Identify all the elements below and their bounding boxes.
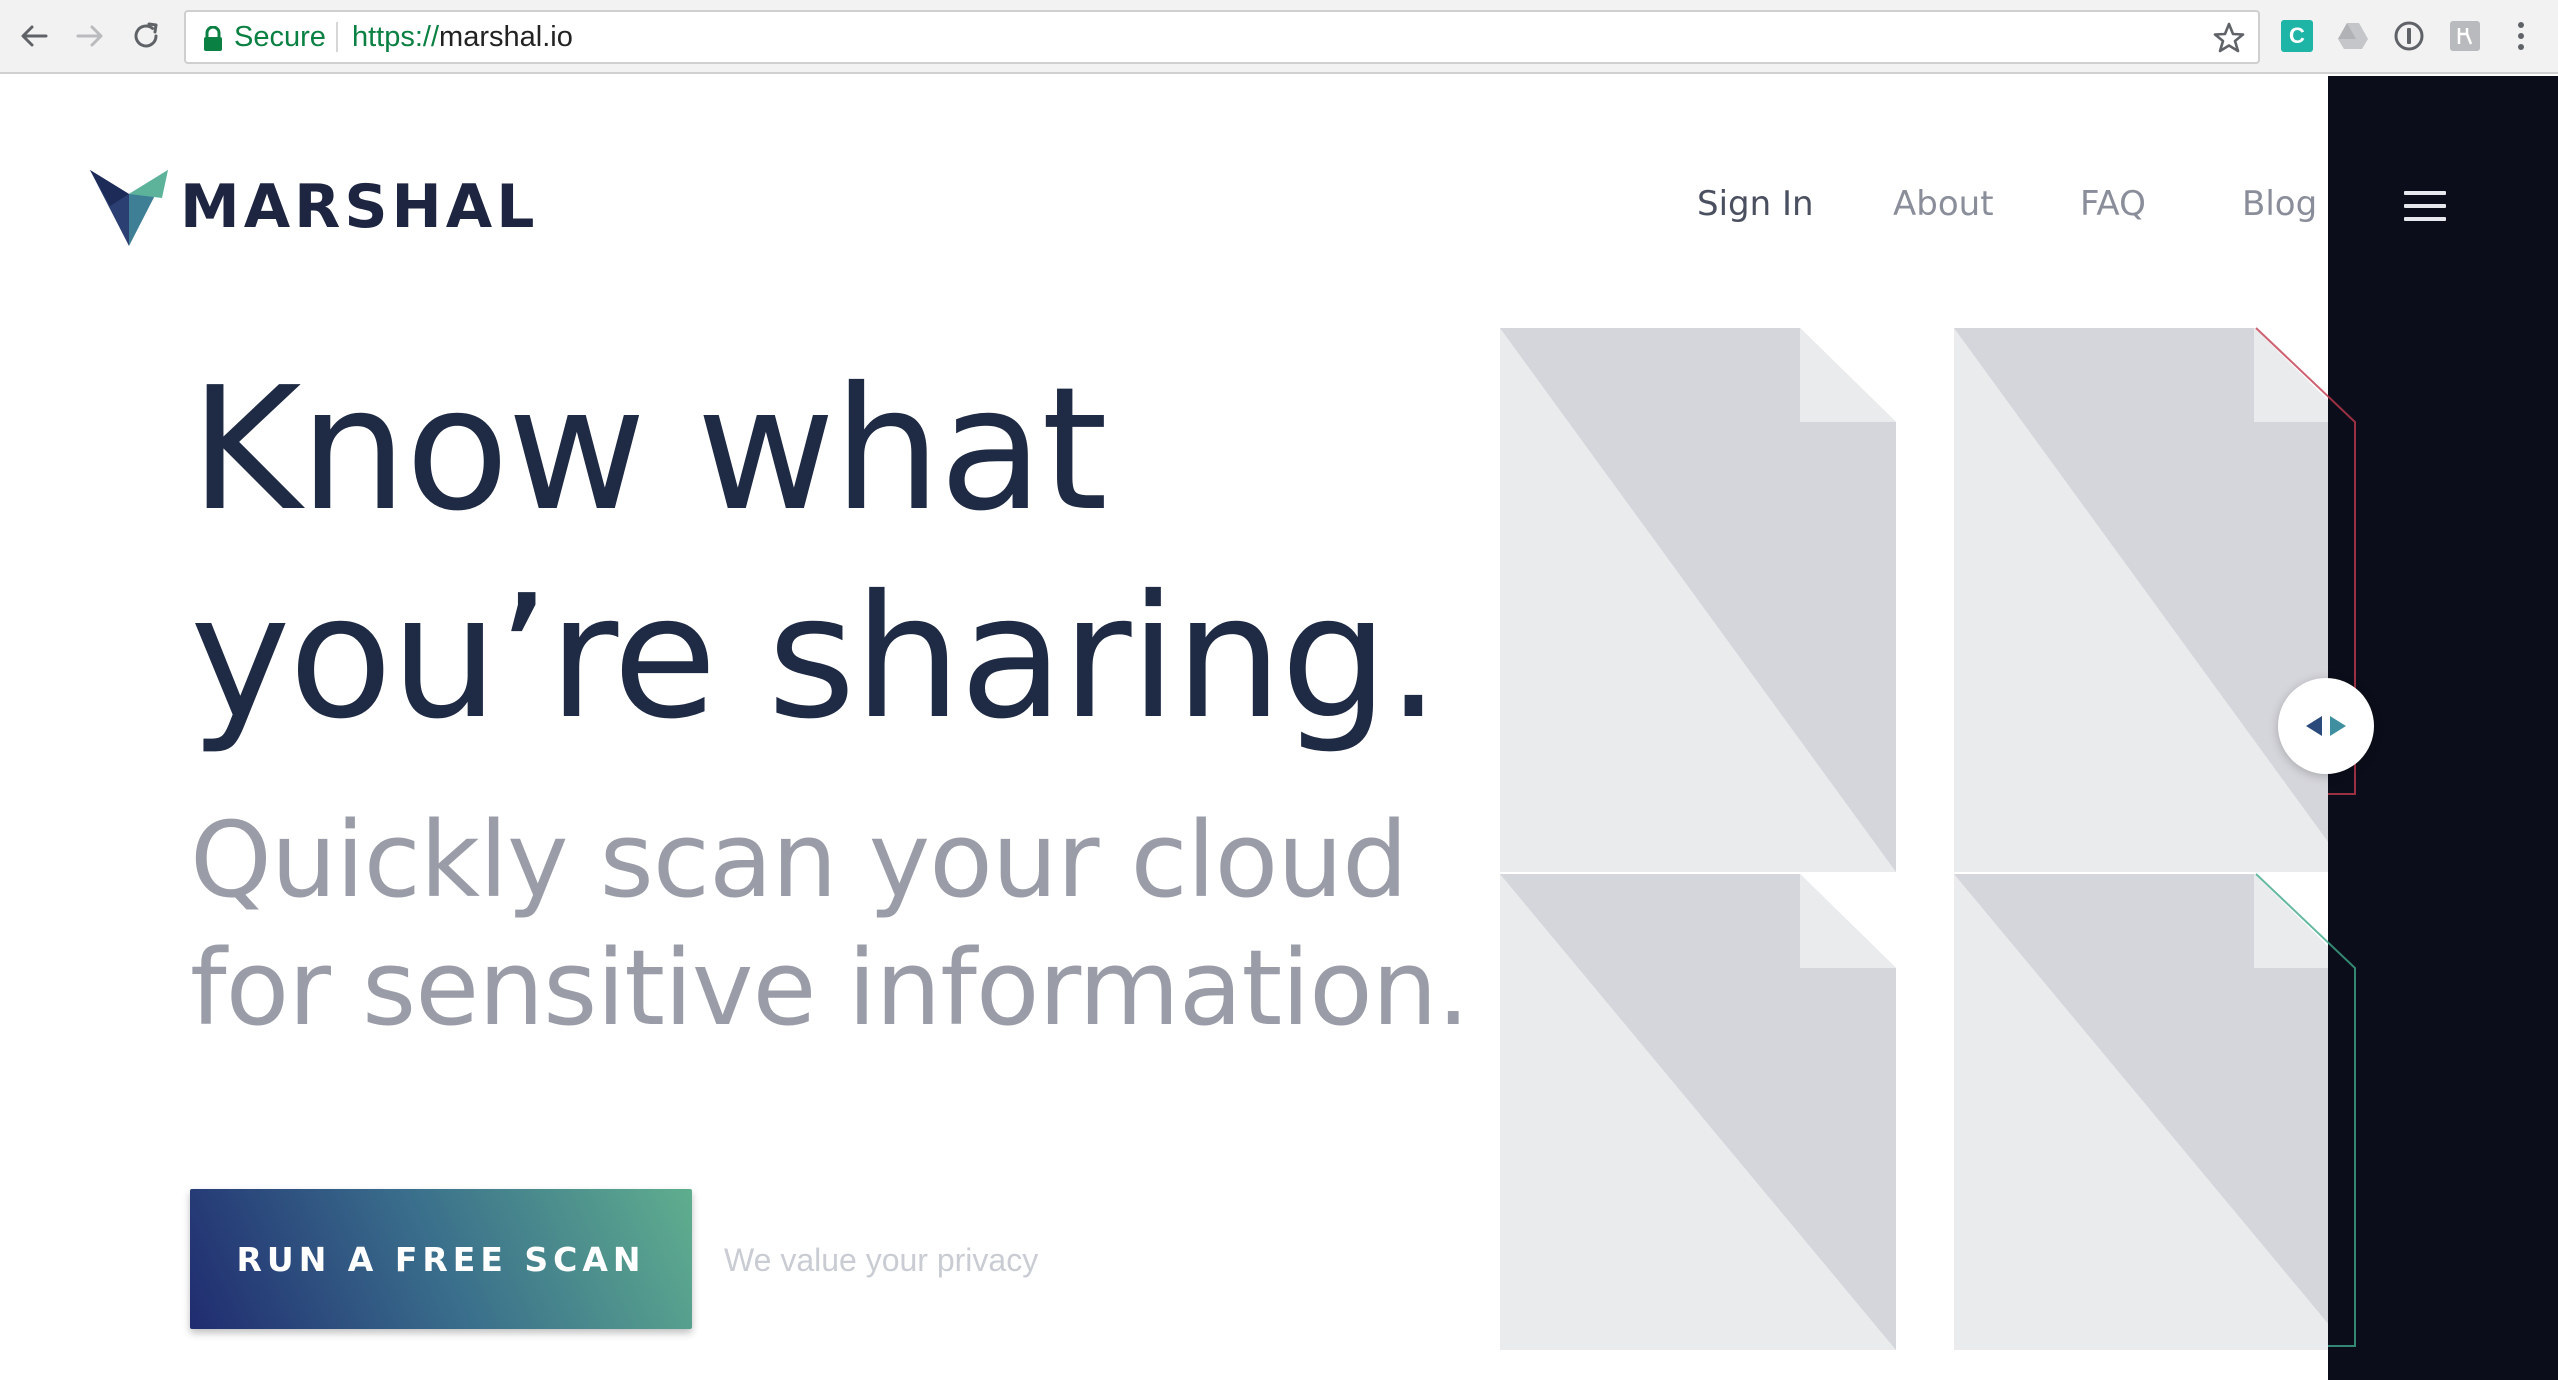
hero-subheadline: Quickly scan your cloud for sensitive in… [190, 796, 1470, 1052]
hamburger-icon[interactable] [2404, 191, 2446, 221]
drive-extension-icon[interactable] [2336, 19, 2370, 53]
browser-menu-button[interactable] [2504, 19, 2538, 53]
star-icon[interactable] [2212, 21, 2246, 55]
reload-button[interactable] [126, 16, 166, 56]
headline-line-2: you’re sharing. [190, 559, 1440, 757]
privacy-link[interactable]: We value your privacy [724, 1242, 1038, 1279]
compare-slider-handle[interactable] [2278, 678, 2374, 774]
nav-faq[interactable]: FAQ [2080, 184, 2146, 224]
document-icon [1500, 874, 1896, 1350]
left-right-arrows-icon [2306, 716, 2346, 736]
document-icon [1500, 328, 1896, 872]
web-page: MARSHAL Sign In About FAQ Blog Know what… [0, 76, 2558, 1380]
url-host: marshal.io [439, 21, 573, 53]
extension-c-badge: C [2281, 20, 2313, 52]
subhead-line-1: Quickly scan your cloud [190, 799, 1408, 921]
password-extension-icon[interactable] [2392, 19, 2426, 53]
forward-button[interactable] [70, 16, 110, 56]
more-vertical-icon [2518, 22, 2524, 50]
nav-sign-in[interactable]: Sign In [1697, 184, 1814, 224]
drive-icon [2338, 23, 2368, 49]
arrow-left-icon [21, 25, 48, 47]
brand-name[interactable]: MARSHAL [180, 172, 538, 242]
tool-icon [2450, 21, 2480, 51]
subhead-line-2: for sensitive information. [190, 927, 1470, 1049]
url-scheme: https:// [352, 21, 440, 53]
omnibox-separator [336, 22, 338, 52]
lock-icon [204, 26, 222, 51]
hero-headline: Know what you’re sharing. [190, 346, 1440, 762]
url-text[interactable]: https://marshal.io [352, 21, 573, 54]
keyhole-icon [2394, 21, 2424, 51]
back-button[interactable] [14, 16, 54, 56]
nav-blog[interactable]: Blog [2242, 184, 2317, 224]
document-icon [1954, 328, 2328, 872]
document-icon [1954, 874, 2328, 1350]
headline-line-1: Know what [190, 351, 1108, 549]
tool-extension-icon[interactable] [2448, 19, 2482, 53]
nav-about[interactable]: About [1893, 184, 1994, 224]
arrow-right-icon [76, 25, 103, 47]
browser-toolbar: Secure https://marshal.io C [0, 0, 2558, 74]
address-bar[interactable]: Secure https://marshal.io [184, 10, 2260, 64]
security-label: Secure [234, 21, 326, 53]
documents-illustration [1500, 327, 2356, 1350]
extension-c-icon[interactable]: C [2280, 19, 2314, 53]
marshal-logo-icon[interactable] [90, 170, 168, 246]
reload-icon [134, 22, 158, 48]
run-free-scan-button[interactable]: RUN A FREE SCAN [190, 1189, 692, 1329]
